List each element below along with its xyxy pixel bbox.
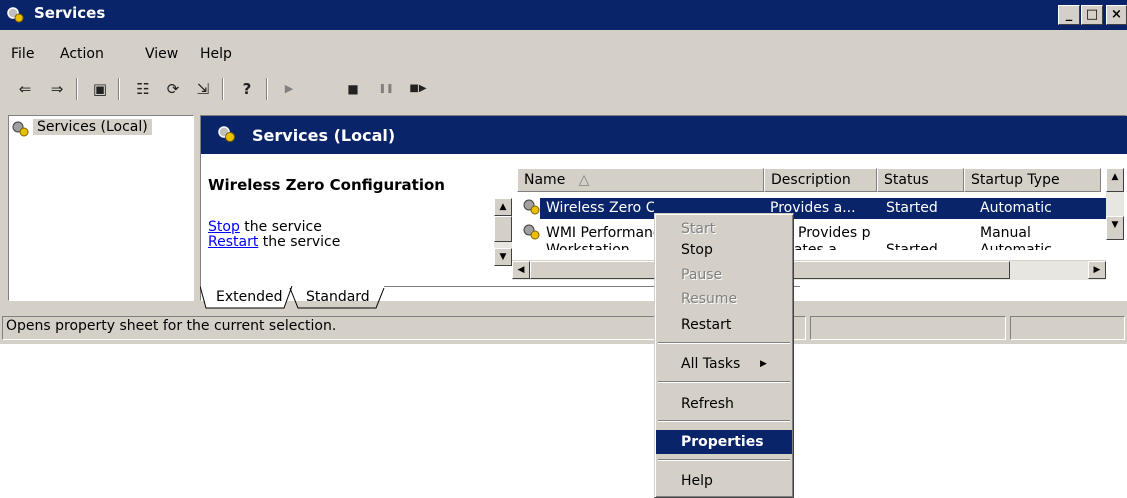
tree-item-services-local[interactable]: Services (Local) — [33, 119, 152, 135]
column-header-name[interactable]: Name △ — [517, 168, 764, 192]
toolbar-separator — [222, 78, 224, 100]
scroll-down-button[interactable]: ▼ — [494, 248, 512, 266]
row-status-cell: Started — [886, 242, 938, 250]
row-startup-cell: Automatic — [980, 200, 1052, 216]
forward-arrow-icon[interactable]: ⇒ — [44, 76, 70, 102]
restart-service-icon[interactable]: ■▶ — [405, 76, 431, 102]
toolbar-separator — [118, 78, 120, 100]
menu-item-properties[interactable]: Properties — [656, 430, 792, 454]
properties-icon[interactable]: ☷ — [130, 76, 156, 102]
row-startup-cell: Manual — [980, 225, 1031, 241]
service-gear-icon — [523, 199, 540, 215]
status-pane — [1010, 316, 1125, 340]
pause-service-icon[interactable]: ❚❚ — [373, 76, 399, 102]
pane-banner-title: Services (Local) — [252, 126, 396, 145]
stop-service-link[interactable]: Stop — [208, 219, 240, 235]
services-gear-icon — [7, 7, 24, 23]
column-header-description[interactable]: Description — [764, 168, 877, 192]
scroll-thumb[interactable] — [494, 216, 512, 242]
toolbar-separator — [266, 78, 268, 100]
minimize-button[interactable]: _ — [1058, 5, 1080, 25]
status-pane — [810, 316, 1006, 340]
scroll-up-button[interactable]: ▲ — [494, 198, 512, 216]
row-name-cell: WMI Performance Adapter — [546, 225, 654, 241]
menu-item-restart[interactable]: Restart — [656, 313, 792, 337]
menu-file[interactable]: File — [11, 46, 34, 62]
menu-item-resume[interactable]: Resume — [656, 287, 792, 311]
submenu-arrow-icon: ▶ — [760, 359, 767, 369]
start-service-icon[interactable]: ▶ — [276, 76, 302, 102]
scroll-up-button[interactable]: ▲ — [1106, 168, 1124, 192]
menu-action[interactable]: Action — [60, 46, 104, 62]
console-tree — [8, 115, 194, 301]
services-gear-icon — [218, 126, 235, 142]
scroll-left-button[interactable]: ◀ — [512, 261, 530, 279]
window-title: Services — [34, 4, 106, 22]
menu-separator — [658, 381, 790, 383]
stop-service-icon[interactable]: ■ — [340, 76, 366, 102]
export-list-icon[interactable]: ⇲ — [190, 76, 216, 102]
sort-ascending-icon: △ — [578, 172, 590, 188]
tab-extended[interactable]: Extended — [216, 289, 283, 305]
status-text: Opens property sheet for the current sel… — [6, 318, 337, 334]
menu-separator — [658, 342, 790, 344]
close-button[interactable]: × — [1106, 5, 1127, 25]
menu-item-help[interactable]: Help — [656, 469, 792, 493]
help-icon[interactable]: ? — [234, 76, 260, 102]
menu-item-stop[interactable]: Stop — [656, 238, 792, 262]
back-arrow-icon[interactable]: ⇐ — [12, 76, 38, 102]
tab-standard[interactable]: Standard — [306, 289, 370, 305]
restart-service-link[interactable]: Restart — [208, 234, 258, 250]
menu-help[interactable]: Help — [200, 46, 232, 62]
column-header-startup-type[interactable]: Startup Type — [964, 168, 1101, 192]
menu-item-pause[interactable]: Pause — [656, 263, 792, 287]
stop-service-text: Stop the service — [208, 219, 322, 235]
title-bar[interactable] — [0, 0, 1127, 30]
service-gear-icon — [523, 224, 540, 240]
row-description-cell: Provides p... — [798, 225, 872, 241]
row-name-cell: Workstation — [546, 242, 630, 250]
menu-item-refresh[interactable]: Refresh — [656, 392, 792, 416]
scroll-down-button[interactable]: ▼ — [1106, 216, 1124, 240]
menu-separator — [658, 420, 790, 422]
column-header-status[interactable]: Status — [877, 168, 964, 192]
selected-service-title: Wireless Zero Configuration — [208, 176, 445, 194]
row-status-cell: Started — [886, 200, 938, 216]
services-gear-icon — [12, 121, 29, 137]
row-startup-cell: Automatic — [980, 242, 1052, 250]
scroll-right-button[interactable]: ▶ — [1088, 261, 1106, 279]
show-hide-console-tree-icon[interactable]: ▣ — [87, 76, 113, 102]
table-row[interactable]: Workstation Creates a... Started Automat… — [520, 242, 1106, 250]
menu-view[interactable]: View — [145, 46, 178, 62]
refresh-icon[interactable]: ⟳ — [160, 76, 186, 102]
row-name-cell: Wireless Zero Configuration — [546, 200, 654, 216]
banner-curve — [490, 150, 1127, 168]
toolbar-separator — [76, 78, 78, 100]
maximize-button[interactable]: □ — [1081, 5, 1103, 25]
menu-item-all-tasks[interactable]: All Tasks ▶ — [656, 352, 792, 376]
restart-service-text: Restart the service — [208, 234, 341, 250]
menu-separator — [658, 459, 790, 461]
